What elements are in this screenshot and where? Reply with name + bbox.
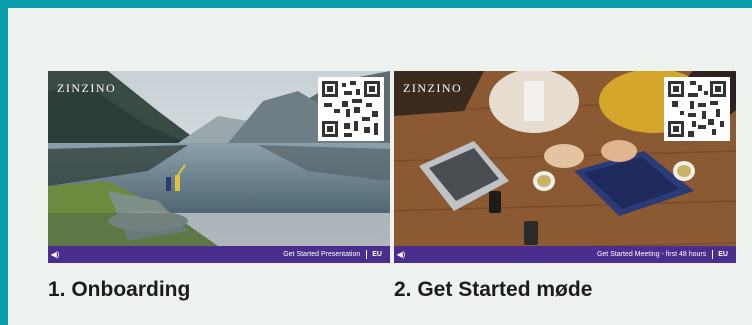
- brand-logo-text: ZINZINO: [57, 81, 117, 95]
- brand-logo-text: ZINZINO: [403, 81, 463, 95]
- video-title-label: Get Started Presentation: [283, 251, 361, 258]
- divider: [366, 250, 368, 259]
- region-label: EU: [372, 251, 382, 258]
- card-caption-get-started[interactable]: 2. Get Started møde: [394, 278, 592, 302]
- speaker-icon[interactable]: ◀): [48, 250, 62, 259]
- region-label: EU: [718, 251, 728, 258]
- qr-code-icon[interactable]: [318, 77, 384, 141]
- video-info-bar: ◀) Get Started Presentation EU: [48, 246, 390, 263]
- video-thumbnail-onboarding[interactable]: ZINZINO ◀) Get Started Presentation EU: [48, 71, 390, 263]
- video-thumbnail-get-started[interactable]: ZINZINO ◀) Get Started Meeting - first 4…: [394, 71, 736, 263]
- video-info-bar: ◀) Get Started Meeting - first 48 hours …: [394, 246, 736, 263]
- qr-code-icon[interactable]: [664, 77, 730, 141]
- content-panel: ZINZINO ◀) Get Started Presentation EU 1…: [8, 8, 752, 325]
- divider: [712, 250, 714, 259]
- speaker-icon[interactable]: ◀): [394, 250, 408, 259]
- card-caption-onboarding[interactable]: 1. Onboarding: [48, 278, 190, 302]
- video-title-label: Get Started Meeting - first 48 hours: [596, 251, 707, 258]
